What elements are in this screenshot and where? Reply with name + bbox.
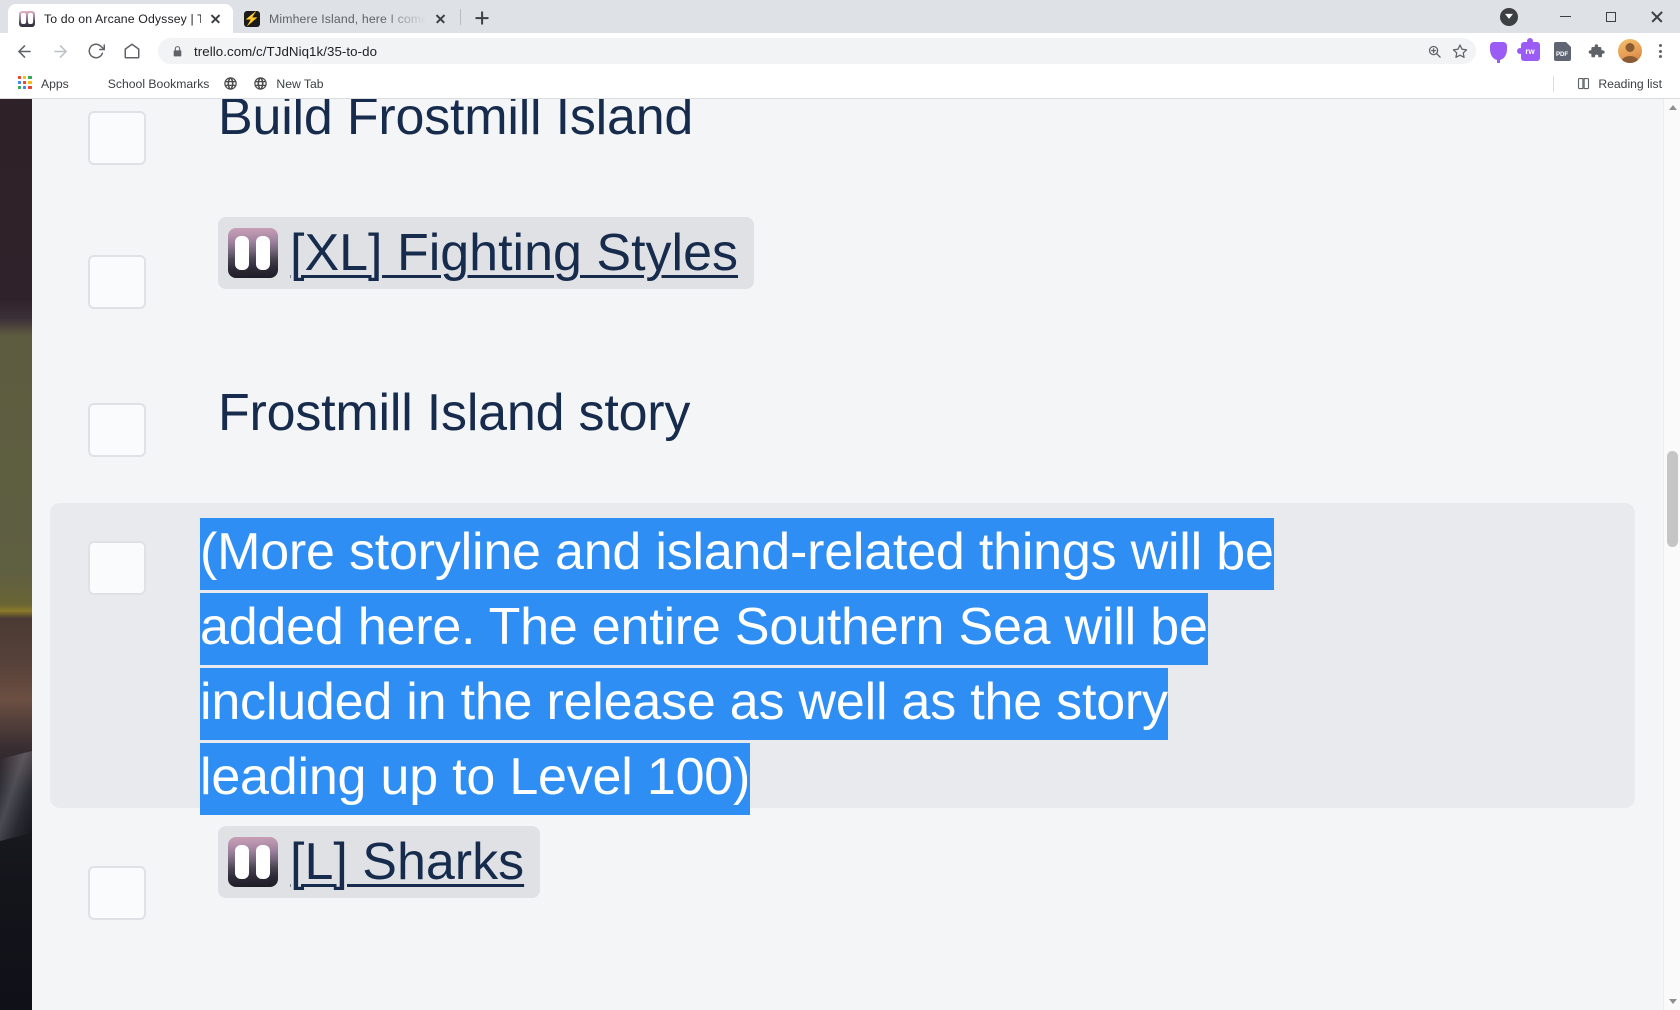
trello-card-detail: Build Frostmill Island [XL] Fighting Sty… <box>32 99 1653 1010</box>
page-viewport: Build Frostmill Island [XL] Fighting Sty… <box>0 99 1680 1010</box>
browser-tab-game[interactable]: ⚡ Mimhere Island, here I come - Ga <box>233 4 458 33</box>
zoom-magnifier-icon[interactable] <box>1422 39 1446 63</box>
forward-arrow-icon[interactable] <box>45 36 75 66</box>
scrollbar-thumb[interactable] <box>1667 451 1678 547</box>
tab-title: To do on Arcane Odyssey | Trello <box>44 11 201 26</box>
address-bar[interactable]: trello.com/c/TJdNiq1k/35-to-do <box>158 38 1476 64</box>
checklist-item-xl-fighting-styles[interactable]: [XL] Fighting Styles <box>32 199 1653 367</box>
close-window-button[interactable] <box>1634 0 1680 33</box>
bookmarks-divider <box>1553 75 1554 92</box>
three-dot-menu-icon[interactable] <box>1646 37 1674 65</box>
reload-icon[interactable] <box>81 36 111 66</box>
bookmark-label: Apps <box>41 76 69 91</box>
apps-grid-icon <box>18 75 34 92</box>
checklist-item-frostmill-island-story[interactable]: Frostmill Island story <box>32 367 1653 503</box>
back-arrow-icon[interactable] <box>9 36 39 66</box>
trello-favicon <box>19 10 35 27</box>
lock-icon <box>171 45 184 58</box>
bookmark-school-bookmarks[interactable]: School Bookmarks <box>77 72 218 96</box>
tab-title: Mimhere Island, here I come - Ga <box>269 11 426 26</box>
globe-icon <box>223 76 239 92</box>
puzzle-piece-icon[interactable] <box>1581 36 1611 66</box>
trello-card-thumbnail <box>228 837 278 888</box>
minimize-button[interactable] <box>1542 0 1588 33</box>
trello-board-background <box>0 99 32 1010</box>
close-icon[interactable] <box>207 11 223 27</box>
scroll-up-arrow-icon[interactable] <box>1664 99 1680 116</box>
extension-label: rw <box>1525 46 1535 56</box>
purple-tulip-extension-icon[interactable] <box>1485 38 1511 64</box>
browser-tab-trello[interactable]: To do on Arcane Odyssey | Trello <box>8 4 233 33</box>
linked-card-chip[interactable]: [L] Sharks <box>218 826 541 899</box>
bookmarks-bar: Apps School Bookmarks New Tab Reading li… <box>0 69 1680 99</box>
extension-label: PDF <box>1555 50 1568 58</box>
home-icon[interactable] <box>117 36 147 66</box>
checklist-item-l-sharks[interactable]: [L] Sharks <box>32 808 1653 988</box>
checklist-item-more-storyline-note[interactable]: (More storyline and island-related thing… <box>50 503 1635 815</box>
reading-list-label: Reading list <box>1598 76 1662 91</box>
game-favicon: ⚡ <box>244 10 260 27</box>
reading-list-button[interactable]: Reading list <box>1568 72 1670 96</box>
linked-card-chip[interactable]: [XL] Fighting Styles <box>218 217 754 290</box>
checklist-checkbox[interactable] <box>88 111 146 165</box>
pdf-extension-icon[interactable]: PDF <box>1549 38 1575 64</box>
bookmark-label: School Bookmarks <box>107 76 210 91</box>
window-controls <box>1500 0 1680 33</box>
new-tab-button[interactable] <box>468 4 496 32</box>
download-chevron-icon[interactable] <box>1500 7 1518 26</box>
trello-card-thumbnail <box>228 228 278 279</box>
linked-card-label: [L] Sharks <box>290 833 525 891</box>
checklist-item-label: Frostmill Island story <box>218 384 691 442</box>
puzzle-extension-icon[interactable]: rw <box>1517 38 1543 64</box>
close-icon[interactable] <box>432 11 448 27</box>
selected-text-block[interactable]: (More storyline and island-related thing… <box>200 515 1275 815</box>
browser-toolbar: trello.com/c/TJdNiq1k/35-to-do rw PDF <box>0 33 1680 69</box>
checklist-item-label: (More storyline and island-related thing… <box>200 518 1274 815</box>
globe-icon <box>253 76 269 92</box>
tab-separator <box>460 8 461 25</box>
chrome-browser-window: To do on Arcane Odyssey | Trello ⚡ Mimhe… <box>0 0 1680 1010</box>
url-text: trello.com/c/TJdNiq1k/35-to-do <box>194 43 378 59</box>
page-scrollbar[interactable] <box>1663 99 1680 1010</box>
profile-avatar[interactable] <box>1618 39 1642 63</box>
checklist-checkbox[interactable] <box>88 255 146 309</box>
maximize-button[interactable] <box>1588 0 1634 33</box>
checklist-item-build-frostmill-island[interactable]: Build Frostmill Island <box>32 99 1653 173</box>
folder-icon <box>85 76 101 92</box>
bookmark-globe-unnamed[interactable] <box>217 72 245 96</box>
tab-strip: To do on Arcane Odyssey | Trello ⚡ Mimhe… <box>0 0 1680 33</box>
reading-list-icon <box>1576 76 1591 91</box>
bookmark-new-tab[interactable]: New Tab <box>245 72 331 96</box>
checklist-checkbox[interactable] <box>88 403 146 457</box>
star-icon[interactable] <box>1448 39 1472 63</box>
checklist-checkbox[interactable] <box>88 541 146 595</box>
scroll-down-arrow-icon[interactable] <box>1664 993 1680 1010</box>
checklist-item-label: Build Frostmill Island <box>218 99 694 146</box>
linked-card-label: [XL] Fighting Styles <box>290 224 738 282</box>
bookmark-label: New Tab <box>276 76 324 91</box>
checklist-checkbox[interactable] <box>88 866 146 920</box>
bookmark-apps[interactable]: Apps <box>10 72 77 96</box>
